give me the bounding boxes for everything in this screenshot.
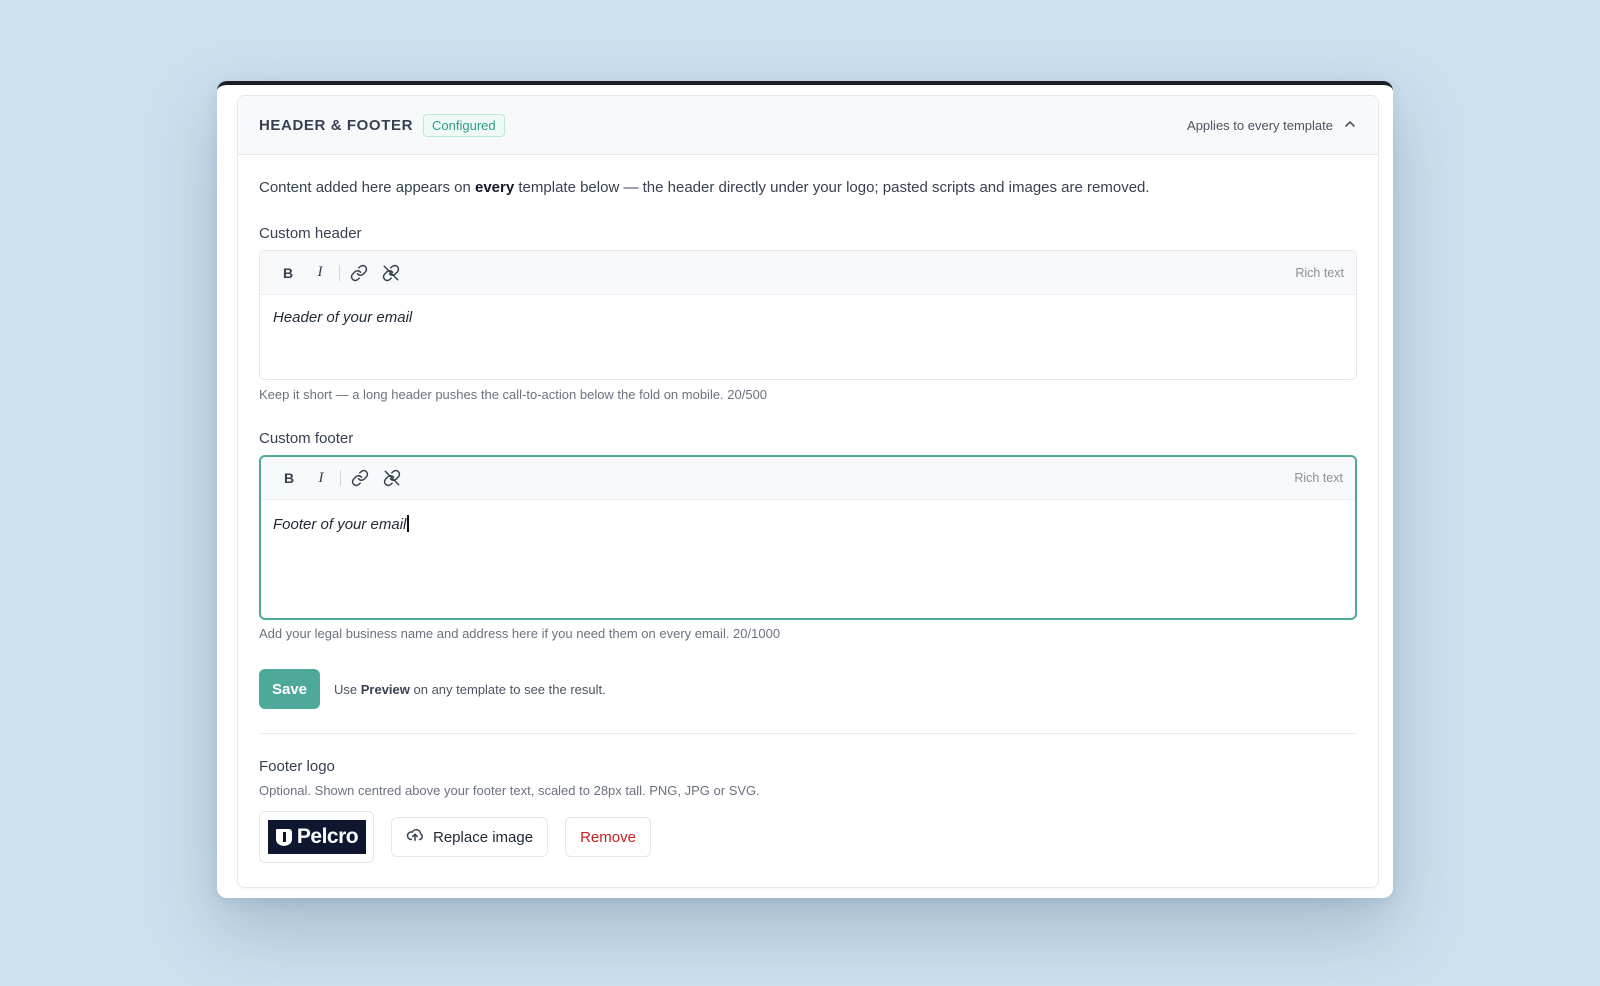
intro-text-emphasis: every <box>475 179 515 196</box>
footer-logo-title: Footer logo <box>259 758 335 775</box>
unlink-icon[interactable] <box>375 258 407 288</box>
text-caret <box>407 515 409 532</box>
link-icon[interactable] <box>344 463 376 493</box>
logo-preview: Pelcro <box>259 811 374 863</box>
card-header[interactable]: HEADER & FOOTER Configured Applies to ev… <box>238 96 1378 155</box>
bold-button[interactable]: B <box>273 463 305 493</box>
save-button[interactable]: Save <box>259 669 320 709</box>
intro-text-end: template below — the header directly und… <box>514 179 1150 196</box>
custom-header-label: Custom header <box>259 225 362 242</box>
footer-logo-description: Optional. Shown centred above your foote… <box>259 783 760 798</box>
replace-image-button[interactable]: Replace image <box>391 817 549 857</box>
replace-image-label: Replace image <box>433 828 534 846</box>
footer-editor-content[interactable]: Footer of your email <box>261 500 1355 618</box>
header-hint: Keep it short — a long header pushes the… <box>259 387 768 402</box>
toolbar-divider <box>340 470 341 486</box>
rich-text-label: Rich text <box>1294 471 1343 485</box>
save-note-start: Use <box>334 681 361 697</box>
intro-text: Content added here appears on every temp… <box>259 179 1357 196</box>
save-row: Save Use Preview on any template to see … <box>259 669 1357 709</box>
footer-hint: Add your legal business name and address… <box>259 626 781 641</box>
save-note-emphasis: Preview <box>360 681 410 697</box>
status-badge: Configured <box>423 113 505 137</box>
save-note: Use Preview on any template to see the r… <box>334 682 606 697</box>
header-footer-card: HEADER & FOOTER Configured Applies to ev… <box>237 95 1379 888</box>
link-icon[interactable] <box>343 258 375 288</box>
header-editor-text: Header of your email <box>273 309 413 326</box>
collapse-toggle[interactable]: Applies to every template <box>1187 117 1357 134</box>
section-divider <box>259 733 1357 734</box>
chevron-up-icon <box>1343 117 1357 134</box>
header-editor-toolbar: B I Rich text <box>260 251 1356 295</box>
save-note-end: on any template to see the result. <box>409 681 606 697</box>
applies-label: Applies to every template <box>1187 117 1333 133</box>
footer-editor-toolbar: B I Rich text <box>261 457 1355 500</box>
remove-logo-button[interactable]: Remove <box>565 817 651 857</box>
unlink-icon[interactable] <box>376 463 408 493</box>
logo-text: Pelcro <box>296 825 359 848</box>
settings-window: HEADER & FOOTER Configured Applies to ev… <box>217 81 1393 898</box>
custom-footer-label: Custom footer <box>259 430 354 447</box>
pelcro-mark-icon <box>275 829 292 846</box>
header-editor-content[interactable]: Header of your email <box>260 295 1356 379</box>
pelcro-logo: Pelcro <box>267 820 366 854</box>
card-body: Content added here appears on every temp… <box>238 179 1378 863</box>
toolbar-divider <box>339 264 340 281</box>
section-title: HEADER & FOOTER <box>259 116 414 134</box>
footer-editor-text: Footer of your email <box>273 516 407 533</box>
custom-footer-editor: B I Rich text Footer of your email <box>259 455 1357 620</box>
footer-logo-row: Pelcro Replace image Remove <box>259 811 1357 863</box>
bold-button[interactable]: B <box>272 258 304 288</box>
italic-button[interactable]: I <box>304 258 336 288</box>
intro-text-start: Content added here appears on <box>259 179 475 196</box>
custom-header-editor: B I Rich text Header of your email <box>259 250 1357 380</box>
italic-button[interactable]: I <box>305 463 337 493</box>
rich-text-label: Rich text <box>1295 265 1344 280</box>
upload-cloud-icon <box>406 826 424 848</box>
